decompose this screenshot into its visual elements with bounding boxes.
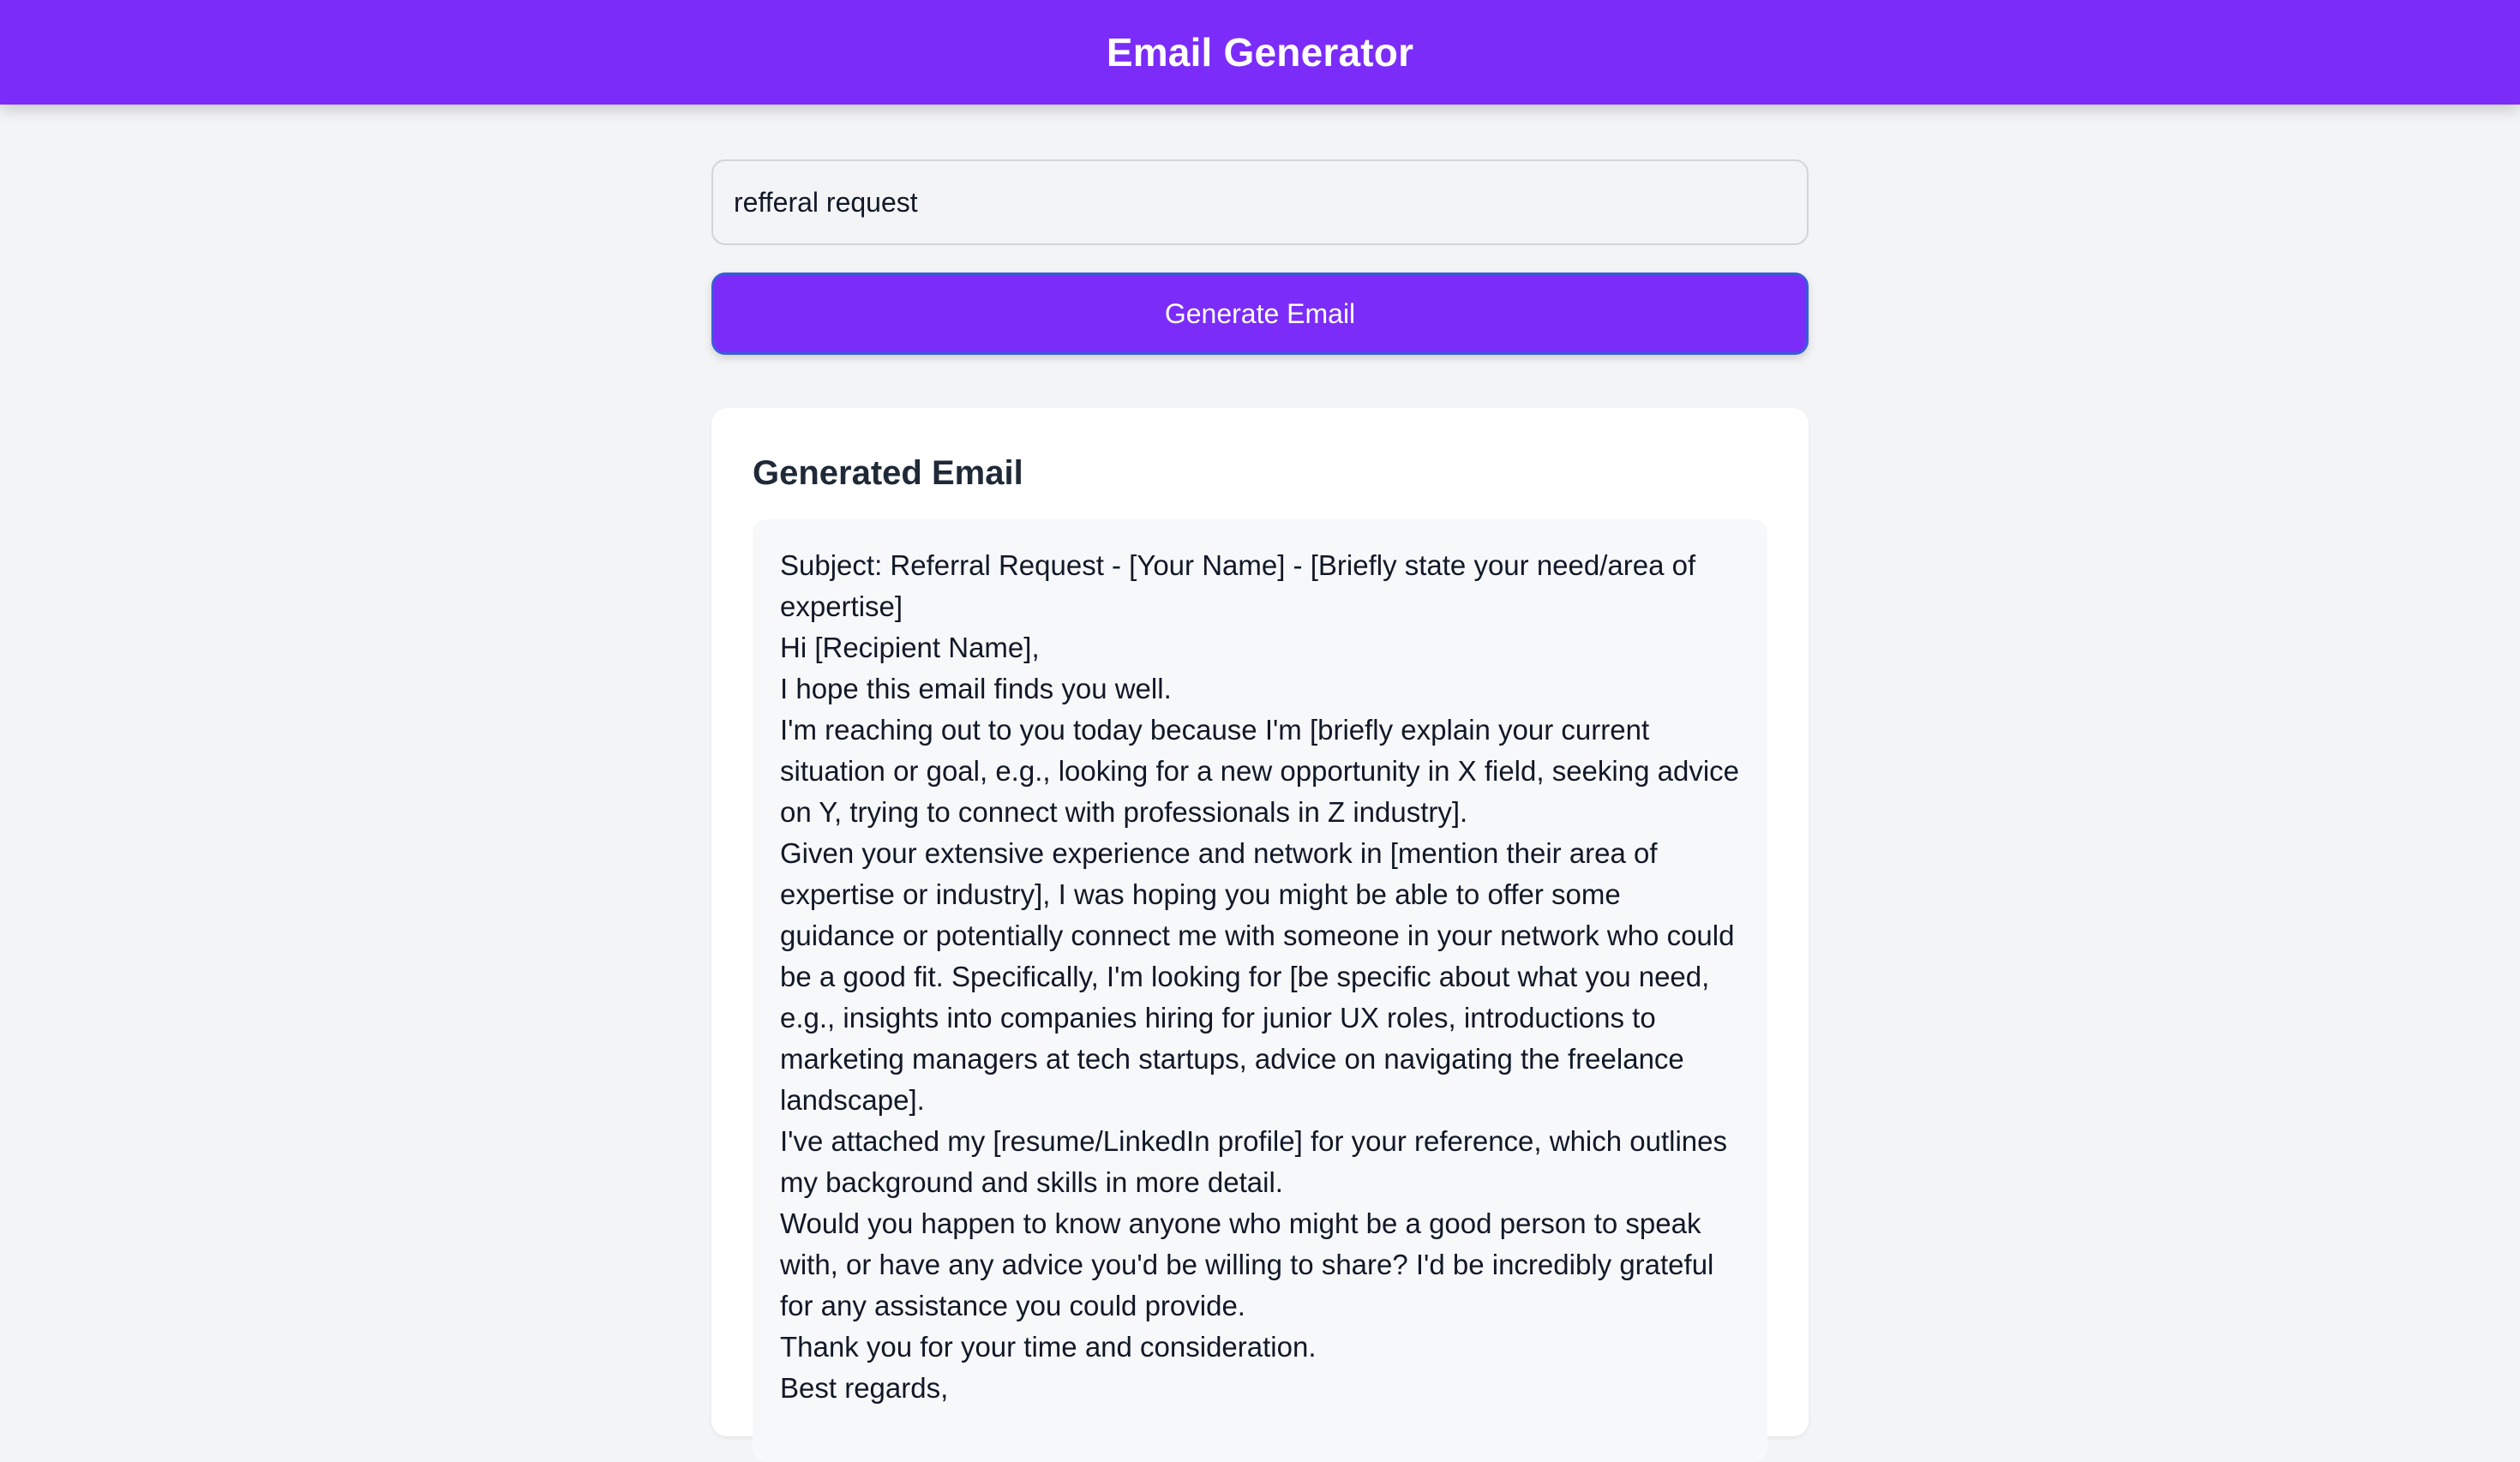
email-line: Subject: Referral Request - [Your Name] … bbox=[780, 549, 1696, 622]
email-output: Subject: Referral Request - [Your Name] … bbox=[753, 519, 1767, 1462]
prompt-input[interactable] bbox=[711, 159, 1809, 245]
email-line: Given your extensive experience and netw… bbox=[780, 837, 1735, 1116]
generated-email-card: Generated Email Subject: Referral Reques… bbox=[711, 408, 1809, 1462]
email-line: Best regards, bbox=[780, 1372, 949, 1404]
email-line: I'm reaching out to you today because I'… bbox=[780, 714, 1740, 828]
page-title: Email Generator bbox=[1106, 30, 1414, 75]
email-line: I've attached my [resume/LinkedIn profil… bbox=[780, 1125, 1728, 1198]
main-content: Generate Email Generated Email Subject: … bbox=[711, 159, 1809, 1462]
generated-email-title: Generated Email bbox=[753, 454, 1023, 492]
app-header: Email Generator bbox=[0, 0, 2520, 105]
generate-email-button[interactable]: Generate Email bbox=[711, 273, 1809, 355]
email-line: Thank you for your time and consideratio… bbox=[780, 1331, 1317, 1363]
email-line: Would you happen to know anyone who migh… bbox=[780, 1207, 1714, 1321]
email-line: Hi [Recipient Name], bbox=[780, 632, 1040, 663]
email-line: I hope this email finds you well. bbox=[780, 673, 1172, 704]
